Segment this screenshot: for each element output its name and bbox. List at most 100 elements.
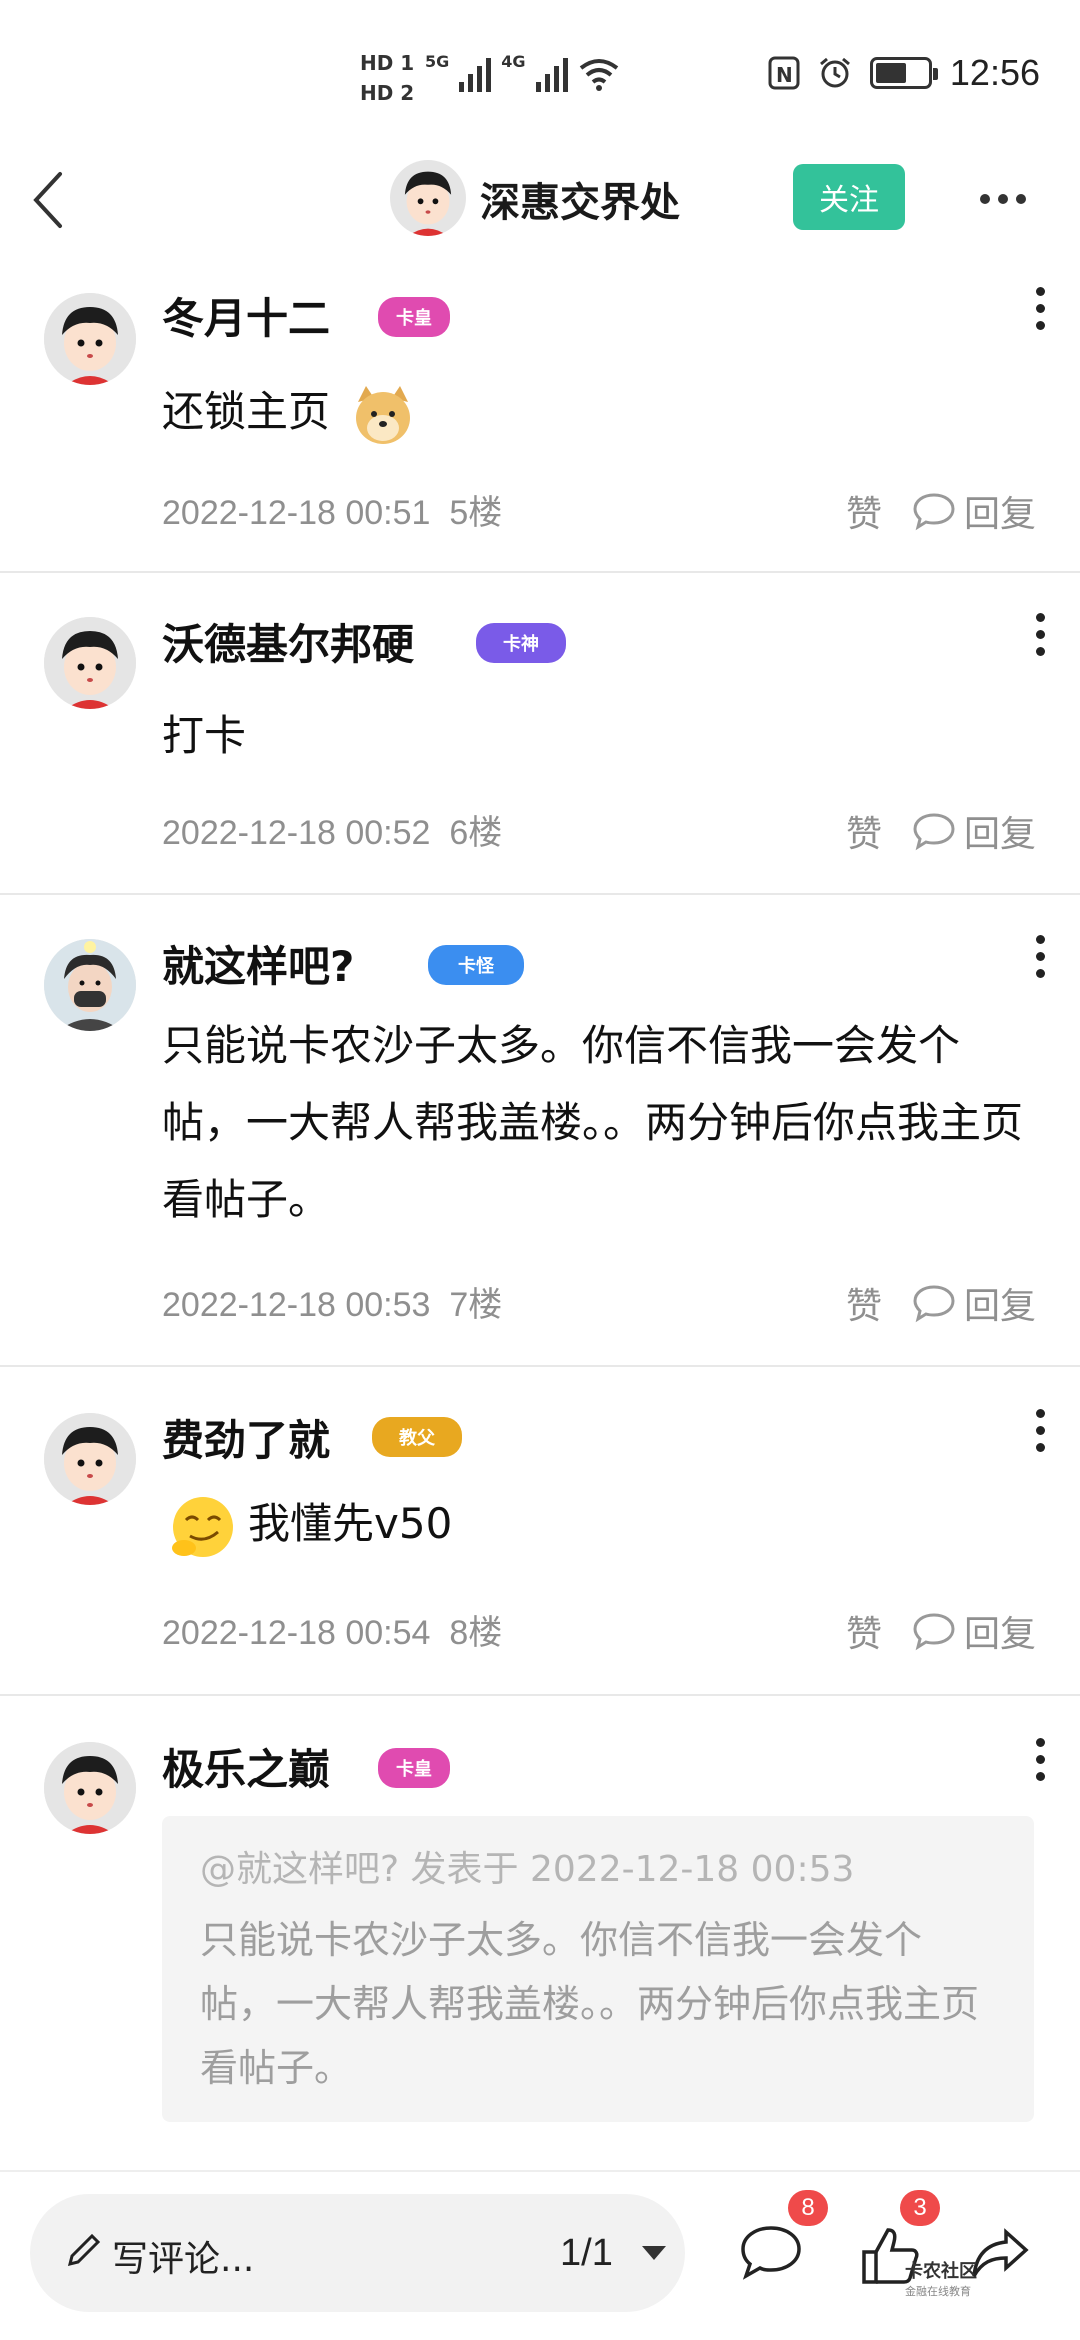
comment-input[interactable]: 写评论... 1/1 bbox=[30, 2194, 685, 2312]
level-badge: 卡皇 bbox=[378, 1748, 450, 1788]
avatar[interactable] bbox=[44, 1413, 136, 1505]
timestamp: 2022-12-18 00:53 bbox=[162, 1286, 431, 1324]
floor-number: 7楼 bbox=[449, 1286, 503, 1324]
floor-number: 6楼 bbox=[449, 814, 503, 852]
signal-indicators: 5G 4G bbox=[425, 52, 620, 92]
doge-emoji-icon bbox=[350, 382, 416, 448]
top-nav: 深惠交界处 关注 bbox=[0, 150, 1080, 250]
timestamp: 2022-12-18 00:54 bbox=[162, 1614, 431, 1652]
battery-icon bbox=[869, 57, 938, 89]
reply-label: 回复 bbox=[963, 1614, 1036, 1655]
bottom-bar: 写评论... 1/1 8 3 卡农社区 金融在线教育 bbox=[0, 2170, 1080, 2340]
comment-text: 我懂先v50 bbox=[168, 1485, 1040, 1562]
like-count-badge: 3 bbox=[900, 2190, 940, 2226]
network-5g-label: 5G bbox=[425, 52, 450, 71]
username[interactable]: 极乐之巅 bbox=[162, 1736, 330, 1797]
timestamp: 2022-12-18 00:51 bbox=[162, 494, 431, 532]
watermark-logo: 卡农社区 金融在线教育 bbox=[905, 2257, 977, 2299]
comment-more-button[interactable] bbox=[1030, 1738, 1050, 1781]
hd2-label: HD 2 bbox=[360, 81, 415, 105]
quote-header: @就这样吧? 发表于 2022-12-18 00:53 bbox=[200, 1849, 855, 1890]
comment-body: 打卡 bbox=[162, 711, 247, 760]
watermark-text: 卡农社区 bbox=[905, 2261, 977, 2282]
comment-meta: 2022-12-18 00:52 6楼 bbox=[162, 805, 502, 854]
comment-more-button[interactable] bbox=[1030, 935, 1050, 978]
avatar[interactable] bbox=[44, 939, 136, 1031]
speech-bubble-icon bbox=[741, 2226, 801, 2280]
quote-text: 只能说卡农沙子太多。你信不信我一会发个帖，一大帮人帮我盖楼。。两分钟后你点我主页… bbox=[200, 1918, 980, 2090]
level-badge: 卡神 bbox=[476, 623, 566, 663]
avatar[interactable] bbox=[390, 160, 466, 236]
reply-button[interactable]: 回复 bbox=[912, 485, 1036, 537]
hd1-label: HD 1 bbox=[360, 51, 415, 75]
comments-button[interactable] bbox=[738, 2222, 808, 2292]
avatar[interactable] bbox=[44, 617, 136, 709]
level-badge: 卡皇 bbox=[378, 297, 450, 337]
like-button[interactable]: 赞 bbox=[846, 1605, 882, 1657]
comment-actions: 赞 回复 bbox=[846, 485, 1036, 537]
level-badge: 教父 bbox=[372, 1417, 462, 1457]
status-bar: HD 1 HD 2 5G 4G N 12:56 bbox=[0, 0, 1080, 150]
avatar[interactable] bbox=[44, 293, 136, 385]
avatar[interactable] bbox=[44, 1742, 136, 1834]
comment-item: 冬月十二 卡皇 还锁主页 2022-12-18 00:51 5楼 赞 回复 bbox=[0, 255, 1080, 573]
comment-text: 还锁主页 bbox=[162, 373, 1040, 450]
speech-bubble-icon bbox=[913, 1285, 955, 1323]
reply-button[interactable]: 回复 bbox=[912, 1277, 1036, 1329]
reply-label: 回复 bbox=[963, 1286, 1036, 1327]
floor-number: 5楼 bbox=[449, 494, 503, 532]
clock: 12:56 bbox=[949, 52, 1040, 93]
comment-placeholder: 写评论... bbox=[112, 2239, 255, 2280]
reply-button[interactable]: 回复 bbox=[912, 805, 1036, 857]
speech-bubble-icon bbox=[913, 1613, 955, 1651]
comment-item: 极乐之巅 卡皇 @就这样吧? 发表于 2022-12-18 00:53 只能说卡… bbox=[0, 1698, 1080, 2168]
signal-bars-icon bbox=[535, 52, 568, 92]
page-indicator[interactable]: 1/1 bbox=[560, 2232, 613, 2275]
chevron-left-icon bbox=[33, 172, 62, 228]
comment-more-button[interactable] bbox=[1030, 1409, 1050, 1452]
comment-meta: 2022-12-18 00:53 7楼 bbox=[162, 1277, 502, 1326]
username[interactable]: 沃德基尔邦硬 bbox=[162, 611, 414, 672]
share-icon bbox=[972, 2228, 1029, 2277]
floor-number: 8楼 bbox=[449, 1614, 503, 1652]
username[interactable]: 就这样吧? bbox=[162, 933, 354, 994]
comment-count-badge: 8 bbox=[788, 2190, 828, 2226]
alarm-icon bbox=[819, 57, 850, 88]
wifi-icon bbox=[579, 59, 618, 91]
more-options-button[interactable] bbox=[980, 194, 1026, 204]
like-button[interactable]: 赞 bbox=[846, 485, 882, 537]
reply-label: 回复 bbox=[963, 814, 1036, 855]
comment-meta: 2022-12-18 00:54 8楼 bbox=[162, 1605, 502, 1654]
status-right: N 12:56 bbox=[768, 52, 1040, 94]
signal-bars-icon bbox=[459, 52, 492, 92]
reply-button[interactable]: 回复 bbox=[912, 1605, 1036, 1657]
comment-body: 还锁主页 bbox=[162, 387, 331, 436]
follow-button[interactable]: 关注 bbox=[793, 164, 905, 230]
comment-meta: 2022-12-18 00:51 5楼 bbox=[162, 485, 502, 534]
comment-item: 沃德基尔邦硬 卡神 打卡 2022-12-18 00:52 6楼 赞 回复 bbox=[0, 575, 1080, 895]
like-button[interactable]: 赞 bbox=[846, 805, 882, 857]
timestamp: 2022-12-18 00:52 bbox=[162, 814, 431, 852]
comment-more-button[interactable] bbox=[1030, 287, 1050, 330]
comment-actions: 赞 回复 bbox=[846, 1277, 1036, 1329]
comment-actions: 赞 回复 bbox=[846, 805, 1036, 857]
comment-more-button[interactable] bbox=[1030, 613, 1050, 656]
reply-label: 回复 bbox=[963, 494, 1036, 535]
chevron-down-icon[interactable] bbox=[642, 2246, 666, 2260]
back-button[interactable] bbox=[28, 170, 78, 230]
username[interactable]: 冬月十二 bbox=[162, 285, 330, 346]
pencil-icon bbox=[67, 2233, 101, 2267]
like-button[interactable]: 赞 bbox=[846, 1277, 882, 1329]
network-4g-label: 4G bbox=[501, 52, 526, 71]
speech-bubble-icon bbox=[913, 493, 955, 531]
share-button[interactable] bbox=[968, 2222, 1038, 2292]
speech-bubble-icon bbox=[913, 813, 955, 851]
watermark-subtext: 金融在线教育 bbox=[905, 2285, 971, 2298]
hd-indicator: HD 1 HD 2 bbox=[360, 48, 414, 108]
quoted-comment[interactable]: @就这样吧? 发表于 2022-12-18 00:53 只能说卡农沙子太多。你信… bbox=[162, 1816, 1034, 2122]
level-badge: 卡怪 bbox=[428, 945, 524, 985]
comment-item: 费劲了就 教父 我懂先v50 2022-12-18 00:54 8楼 赞 回复 bbox=[0, 1369, 1080, 1696]
comment-body: 我懂先v50 bbox=[248, 1499, 453, 1548]
username[interactable]: 费劲了就 bbox=[162, 1407, 330, 1468]
page-title: 深惠交界处 bbox=[480, 180, 680, 226]
